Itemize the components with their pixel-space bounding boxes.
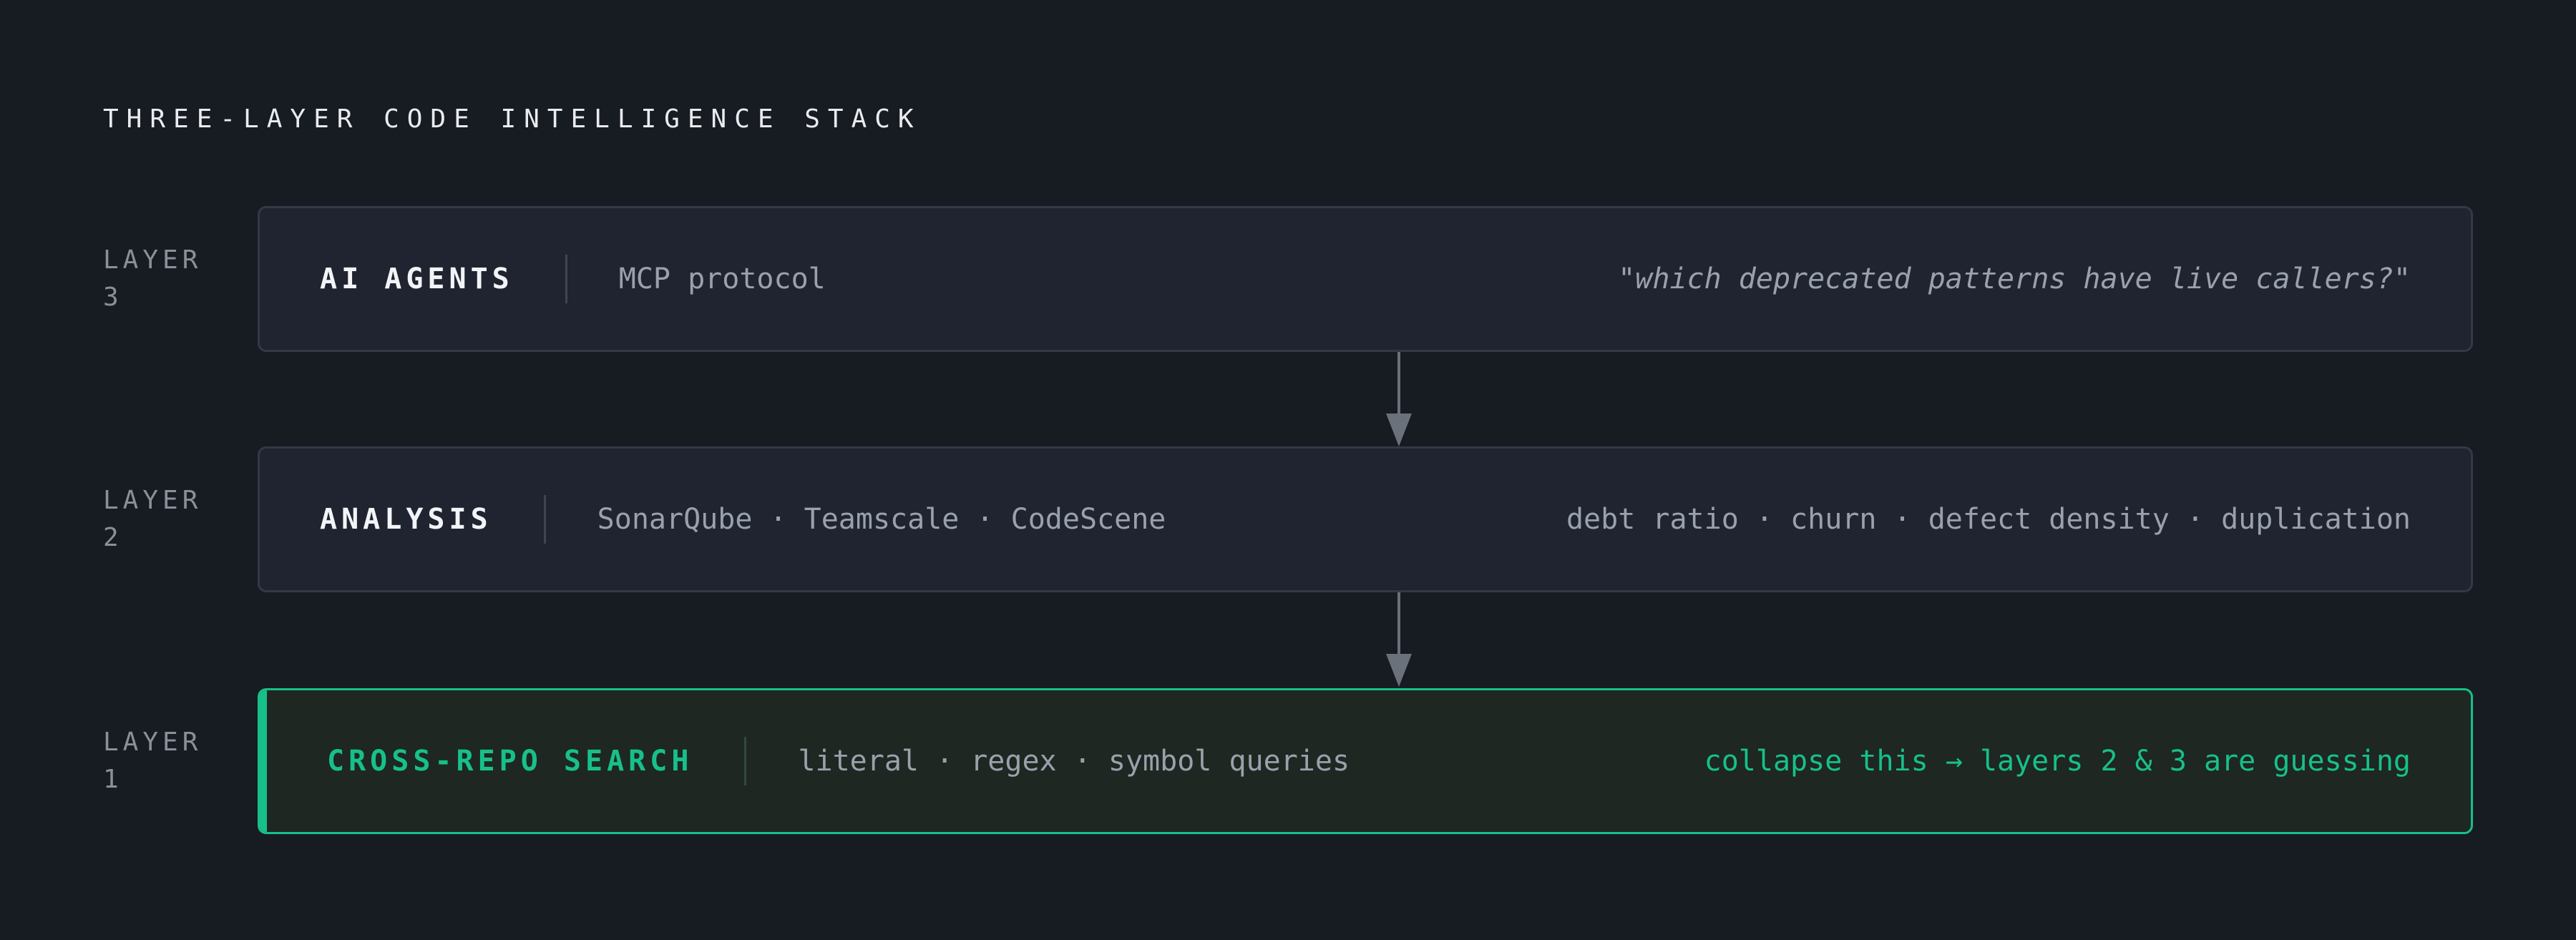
layer-3-label: LAYER 3 — [103, 242, 246, 316]
arrow-down-icon — [1386, 592, 1412, 687]
layer-1-label-word: LAYER — [103, 728, 203, 757]
layer-3-label-word: LAYER — [103, 245, 203, 275]
layer-1-label: LAYER 1 — [103, 724, 246, 798]
layer-2-label-word: LAYER — [103, 486, 203, 515]
layer-3-label-number: 3 — [103, 283, 123, 312]
arrow-down-icon — [1386, 352, 1412, 446]
layer-3-divider — [565, 255, 567, 303]
diagram-title: THREE-LAYER CODE INTELLIGENCE STACK — [103, 104, 922, 134]
layer-1-note: collapse this → layers 2 & 3 are guessin… — [1704, 745, 2411, 778]
layer-1-content: CROSS-REPO SEARCH literal · regex · symb… — [327, 690, 2411, 832]
layer-1-tech: literal · regex · symbol queries — [798, 745, 1350, 778]
layer-3-name: AI AGENTS — [320, 263, 514, 295]
layer-1-box: CROSS-REPO SEARCH literal · regex · symb… — [258, 688, 2473, 834]
layer-3-note: "which deprecated patterns have live cal… — [1618, 263, 2411, 295]
layer-3-tech: MCP protocol — [618, 263, 826, 295]
layer-1-divider — [744, 737, 747, 785]
layer-2-tech: SonarQube · Teamscale · CodeScene — [597, 503, 1166, 536]
layer-2-label-number: 2 — [103, 523, 123, 552]
layer-3-content: AI AGENTS MCP protocol "which deprecated… — [320, 208, 2411, 350]
layer-2-name: ANALYSIS — [320, 503, 492, 536]
diagram-canvas: THREE-LAYER CODE INTELLIGENCE STACK LAYE… — [0, 0, 2576, 940]
layer-1-label-number: 1 — [103, 765, 123, 794]
layer-2-label: LAYER 2 — [103, 482, 246, 557]
layer-2-box: ANALYSIS SonarQube · Teamscale · CodeSce… — [258, 446, 2473, 592]
layer-1-accent-bar — [260, 690, 267, 832]
layer-3-box: AI AGENTS MCP protocol "which deprecated… — [258, 206, 2473, 352]
layer-2-content: ANALYSIS SonarQube · Teamscale · CodeSce… — [320, 449, 2411, 590]
layer-2-divider — [543, 495, 546, 544]
layer-1-name: CROSS-REPO SEARCH — [327, 745, 693, 778]
layer-2-note: debt ratio · churn · defect density · du… — [1566, 503, 2411, 536]
